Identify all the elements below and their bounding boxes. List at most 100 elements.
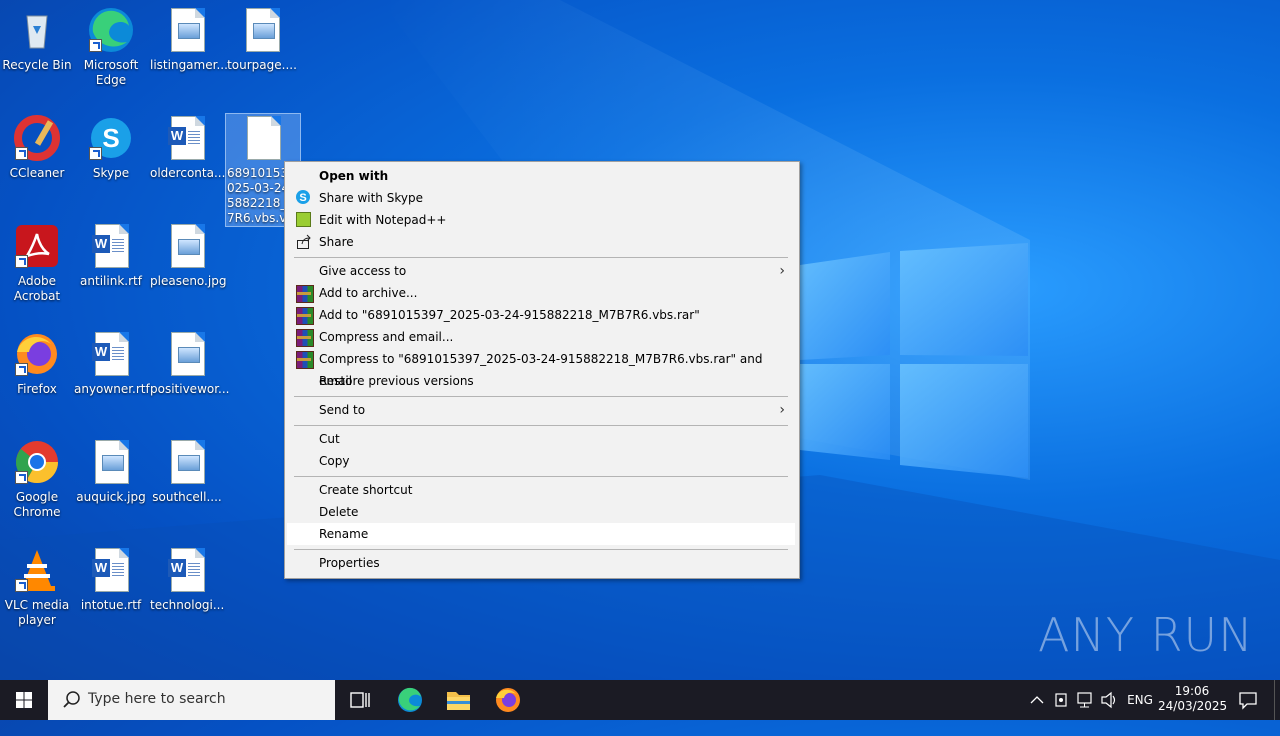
icon-label: positivewor... [150,382,230,396]
desktop-icon-skype[interactable]: S Skype [74,114,148,181]
menu-item-add-to-archive[interactable]: Add to archive... [287,282,795,304]
icon-label: southcell.... [152,490,222,504]
menu-item-edit-with-notepadpp[interactable]: Edit with Notepad++ [287,209,795,231]
desktop-icon-image-file[interactable]: southcell.... [150,438,224,505]
menu-item-label: Edit with Notepad++ [319,213,447,227]
menu-item-label: Give access to [319,264,407,278]
clock[interactable]: 19:06 24/03/2025 [1158,680,1227,724]
image-file-icon [238,6,286,54]
menu-item-label: Copy [319,454,350,468]
icon-label: auquick.jpg [76,490,146,504]
menu-item-properties[interactable]: Properties [287,552,795,574]
taskbar-search-box[interactable]: Type here to search [48,680,335,720]
desktop-icon-ccleaner[interactable]: CCleaner [0,114,74,181]
desktop-icon-vlc[interactable]: VLC media player [0,546,74,628]
taskbar-file-explorer-button[interactable] [434,680,482,720]
menu-item-send-to[interactable]: Send to › [287,399,795,421]
image-file-icon [163,6,211,54]
chrome-icon [13,438,61,486]
menu-item-delete[interactable]: Delete [287,501,795,523]
share-icon [296,234,312,250]
desktop-icon-word-file[interactable]: W technologi... [150,546,224,613]
menu-separator [294,425,788,426]
show-hidden-icons-button[interactable] [1028,680,1046,720]
taskbar-edge-button[interactable] [386,680,434,720]
desktop-icon-image-file[interactable]: auquick.jpg [74,438,148,505]
network-icon [1077,692,1092,708]
volume-button[interactable] [1099,680,1119,720]
search-placeholder: Type here to search [88,691,226,707]
menu-item-label: Delete [319,505,359,519]
tray-device-button[interactable] [1052,680,1070,720]
edge-icon [398,687,422,712]
blank-file-icon [239,114,287,162]
menu-item-share[interactable]: Share [287,231,795,253]
image-file-icon [87,438,135,486]
icon-label: Adobe Acrobat [13,274,61,303]
menu-item-label: Restore previous versions [319,374,474,388]
anyrun-watermark: ANY RUN [1038,608,1254,662]
desktop-icon-image-file[interactable]: tourpage.... [225,6,299,73]
skype-icon: S [87,114,135,162]
desktop-icon-image-file[interactable]: listingamer... [150,6,228,73]
desktop-icon-word-file[interactable]: W anyowner.rtf [74,330,150,397]
chevron-right-icon: › [779,263,785,279]
desktop-icon-firefox[interactable]: Firefox [0,330,74,397]
icon-label: Microsoft Edge [83,58,139,87]
skype-icon: S [296,190,310,204]
menu-item-copy[interactable]: Copy [287,450,795,472]
desktop-icon-adobe-acrobat[interactable]: Adobe Acrobat [0,222,74,304]
menu-item-open-with[interactable]: Open with [287,165,795,187]
menu-item-label: Properties [319,556,380,570]
icon-label: technologi... [150,598,225,612]
desktop-icon-image-file[interactable]: positivewor... [150,330,230,397]
svg-text:S: S [102,123,119,153]
desktop-icon-recycle-bin[interactable]: Recycle Bin [0,6,74,73]
menu-item-label: Create shortcut [319,483,413,497]
icon-label: pleaseno.jpg [150,274,227,288]
ccleaner-icon [13,114,61,162]
task-view-icon [350,692,370,708]
icon-label: intotue.rtf [80,598,142,612]
desktop-icon-image-file[interactable]: pleaseno.jpg [150,222,227,289]
icon-label: CCleaner [9,166,65,180]
windows-logo-icon [16,692,32,708]
icon-label: antilink.rtf [80,274,142,288]
desktop-icon-word-file[interactable]: W intotue.rtf [74,546,148,613]
menu-item-create-shortcut[interactable]: Create shortcut [287,479,795,501]
desktop-icon-google-chrome[interactable]: Google Chrome [0,438,74,520]
clock-time: 19:06 [1174,684,1210,698]
adobe-acrobat-icon [13,222,61,270]
menu-item-add-to-rar[interactable]: Add to "6891015397_2025-03-24-915882218_… [287,304,795,326]
icon-label: Recycle Bin [2,58,72,72]
word-document-icon: W [163,114,211,162]
menu-item-compress-and-email[interactable]: Compress and email... [287,326,795,348]
language-indicator[interactable]: ENG [1126,680,1154,720]
menu-item-compress-to-rar-and-email[interactable]: Compress to "6891015397_2025-03-24-91588… [287,348,795,388]
firefox-icon [496,688,520,712]
network-button[interactable] [1075,680,1095,720]
icon-label: Firefox [17,382,57,396]
show-desktop-button[interactable] [1274,680,1280,720]
start-button[interactable] [0,680,48,720]
menu-item-share-with-skype[interactable]: S Share with Skype [287,187,795,209]
winrar-icon [296,351,314,369]
task-view-button[interactable] [336,680,384,720]
desktop-icon-word-file[interactable]: W olderconta... [150,114,225,181]
taskbar: Type here to search ENG 19:06 24/03/2025 [0,680,1280,720]
menu-item-restore-previous-versions[interactable]: Restore previous versions [287,370,795,392]
action-center-button[interactable] [1234,680,1262,720]
recycle-bin-icon [13,6,61,54]
menu-item-give-access-to[interactable]: Give access to › [287,260,795,282]
taskbar-firefox-button[interactable] [484,680,532,720]
notepadpp-icon [296,212,311,227]
menu-item-label: Send to [319,403,366,417]
chevron-right-icon: › [779,402,785,418]
menu-item-rename[interactable]: Rename [287,523,795,545]
icon-label: listingamer... [150,58,228,72]
desktop-icon-microsoft-edge[interactable]: Microsoft Edge [74,6,148,88]
desktop-icon-word-file[interactable]: W antilink.rtf [74,222,148,289]
menu-item-cut[interactable]: Cut [287,428,795,450]
device-icon [1055,693,1067,707]
icon-label: tourpage.... [227,58,297,72]
